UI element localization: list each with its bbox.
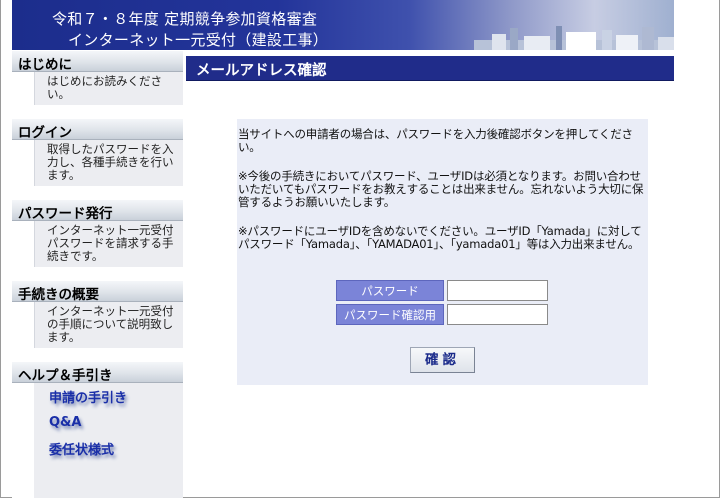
- password-required-notice: ※今後の手続きにおいてパスワード、ユーザIDは必須となります。お問い合わせいただ…: [238, 169, 644, 209]
- content-panel: 当サイトへの申請者の場合は、パスワードを入力後確認ボタンを押してください。 ※今…: [237, 119, 648, 385]
- password-confirm-input[interactable]: [447, 304, 548, 325]
- sidebar: はじめに はじめにお読みください。 ログイン 取得したパスワードを入力し、各種手…: [12, 50, 183, 498]
- sidebar-help-links: 申請の手引き Q&A 委任状様式: [34, 383, 183, 498]
- sidebar-item-overview[interactable]: 手続きの概要: [12, 280, 183, 303]
- confirm-button[interactable]: 確認: [410, 347, 475, 373]
- header-banner: 令和７・８年度 定期競争参加資格審査 インターネット一元受付（建設工事）: [12, 0, 674, 50]
- building-skyline-image: [474, 26, 674, 50]
- sidebar-overview-description: インターネット一元受付の手順について説明致します。: [34, 302, 183, 348]
- sidebar-link-proxy-form[interactable]: 委任状様式: [49, 439, 183, 458]
- password-confirm-label: パスワード確認用: [336, 304, 444, 325]
- header-title-line1: 令和７・８年度 定期競争参加資格審査: [52, 10, 318, 28]
- sidebar-password-issue-description: インターネット一元受付パスワードを請求する手続きです。: [34, 221, 183, 267]
- sidebar-item-password-issue[interactable]: パスワード発行: [12, 199, 183, 222]
- sidebar-link-application-guide[interactable]: 申請の手引き: [49, 387, 183, 406]
- sidebar-item-intro[interactable]: はじめに: [12, 50, 183, 73]
- sidebar-help-heading: ヘルプ＆手引き: [12, 361, 183, 384]
- password-userid-notice: ※パスワードにユーザIDを含めないでください。ユーザID「Yamada」に対して…: [238, 224, 642, 251]
- instruction-text: 当サイトへの申請者の場合は、パスワードを入力後確認ボタンを押してください。: [238, 127, 633, 154]
- password-label: パスワード: [336, 280, 444, 301]
- sidebar-login-description: 取得したパスワードを入力し、各種手続きを行います。: [34, 140, 183, 186]
- sidebar-link-faq[interactable]: Q&A: [49, 415, 183, 430]
- page-title-bar: メールアドレス確認: [186, 56, 674, 81]
- sidebar-intro-description: はじめにお読みください。: [34, 72, 183, 105]
- password-input[interactable]: [447, 280, 548, 301]
- page-title: メールアドレス確認: [196, 63, 327, 79]
- sidebar-item-login[interactable]: ログイン: [12, 118, 183, 141]
- header-title-line2: インターネット一元受付（建設工事）: [68, 31, 329, 49]
